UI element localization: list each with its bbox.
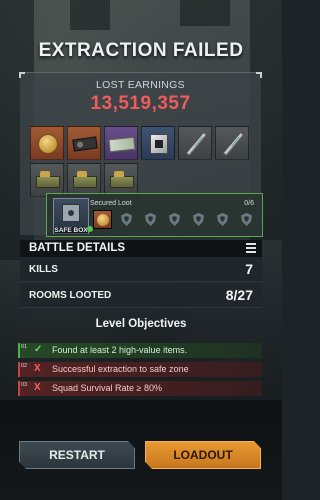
shield-icon: [121, 213, 132, 226]
shield-icon: [145, 213, 156, 226]
cross-icon: X: [34, 363, 41, 374]
checkmark-icon: ✓: [34, 344, 43, 355]
objective-number: 01: [21, 344, 28, 350]
background-building: [70, 0, 110, 30]
loot-item-syringe[interactable]: [178, 126, 212, 160]
secured-slot[interactable]: [141, 210, 160, 229]
battle-detail-row-rooms-looted: ROOMS LOOTED 8/27: [20, 283, 262, 308]
page-title: EXTRACTION FAILED: [38, 40, 244, 61]
objectives-title: Level Objectives: [95, 318, 187, 330]
ammo-box-icon: [73, 171, 97, 188]
objective-text: Found at least 2 high-value items.: [52, 345, 188, 355]
cash-stack-icon: [108, 136, 136, 153]
secured-loot-count: 0/6: [244, 200, 254, 207]
battle-detail-label: KILLS: [29, 264, 58, 275]
battle-detail-label: ROOMS LOOTED: [29, 290, 112, 301]
safe-box-label: SAFE BOX: [54, 227, 88, 234]
loot-item-cash-stack[interactable]: [104, 126, 138, 160]
loot-item-ammo-box[interactable]: [104, 163, 138, 197]
syringe-icon: [185, 131, 208, 157]
ammo-box-icon: [110, 171, 134, 188]
panel-corner: [19, 72, 25, 78]
objective-item: 02 X Successful extraction to safe zone: [18, 362, 262, 377]
shield-icon: [241, 213, 252, 226]
battle-detail-value: 7: [245, 261, 253, 277]
objective-text: Successful extraction to safe zone: [52, 364, 189, 374]
background-building: [180, 0, 230, 26]
lost-earnings-value: 13,519,357: [90, 93, 191, 114]
loot-item-ammo-box[interactable]: [30, 163, 64, 197]
battle-details-header: BATTLE DETAILS: [20, 240, 262, 257]
secured-loot-container[interactable]: SAFE BOX Secured Loot 0/6: [46, 193, 263, 237]
gold-coin-icon: [97, 214, 109, 226]
secured-loot-label: Secured Loot: [90, 200, 132, 207]
cube-device-icon: [150, 134, 168, 154]
syringe-icon: [222, 131, 245, 157]
shield-icon: [169, 213, 180, 226]
graphics-card-icon: [72, 136, 98, 152]
secured-slot[interactable]: [165, 210, 184, 229]
ammo-box-icon: [36, 171, 60, 188]
restart-button[interactable]: RESTART: [19, 441, 135, 469]
lost-earnings-label: LOST EARNINGS: [96, 79, 185, 91]
battle-details-title: BATTLE DETAILS: [29, 242, 126, 254]
loot-item-cube-device[interactable]: [141, 126, 175, 160]
loadout-button[interactable]: LOADOUT: [145, 441, 261, 469]
secured-slot[interactable]: [237, 210, 256, 229]
battle-detail-value: 8/27: [225, 287, 253, 303]
objective-item: 01 ✓ Found at least 2 high-value items.: [18, 343, 262, 358]
loot-item-gold-coin[interactable]: [30, 126, 64, 160]
shield-icon: [217, 213, 228, 226]
panel-corner: [256, 72, 262, 78]
loot-item-syringe[interactable]: [215, 126, 249, 160]
safe-box-icon: [62, 204, 80, 222]
objective-item: 03 X Squad Survival Rate ≥ 80%: [18, 381, 262, 396]
secured-slot[interactable]: [189, 210, 208, 229]
secured-slot[interactable]: [213, 210, 232, 229]
list-icon[interactable]: [246, 243, 256, 253]
shield-icon: [193, 213, 204, 226]
loot-item-ammo-box[interactable]: [67, 163, 101, 197]
cross-icon: X: [34, 382, 41, 393]
safe-box[interactable]: SAFE BOX: [53, 198, 89, 234]
objective-number: 02: [21, 363, 28, 369]
gold-coin-icon: [38, 134, 58, 154]
objective-number: 03: [21, 382, 28, 388]
battle-detail-row-kills: KILLS 7: [20, 257, 262, 282]
loot-item-graphics-card[interactable]: [67, 126, 101, 160]
objective-text: Squad Survival Rate ≥ 80%: [52, 383, 162, 393]
secured-slot[interactable]: [93, 210, 112, 229]
secured-slot[interactable]: [117, 210, 136, 229]
